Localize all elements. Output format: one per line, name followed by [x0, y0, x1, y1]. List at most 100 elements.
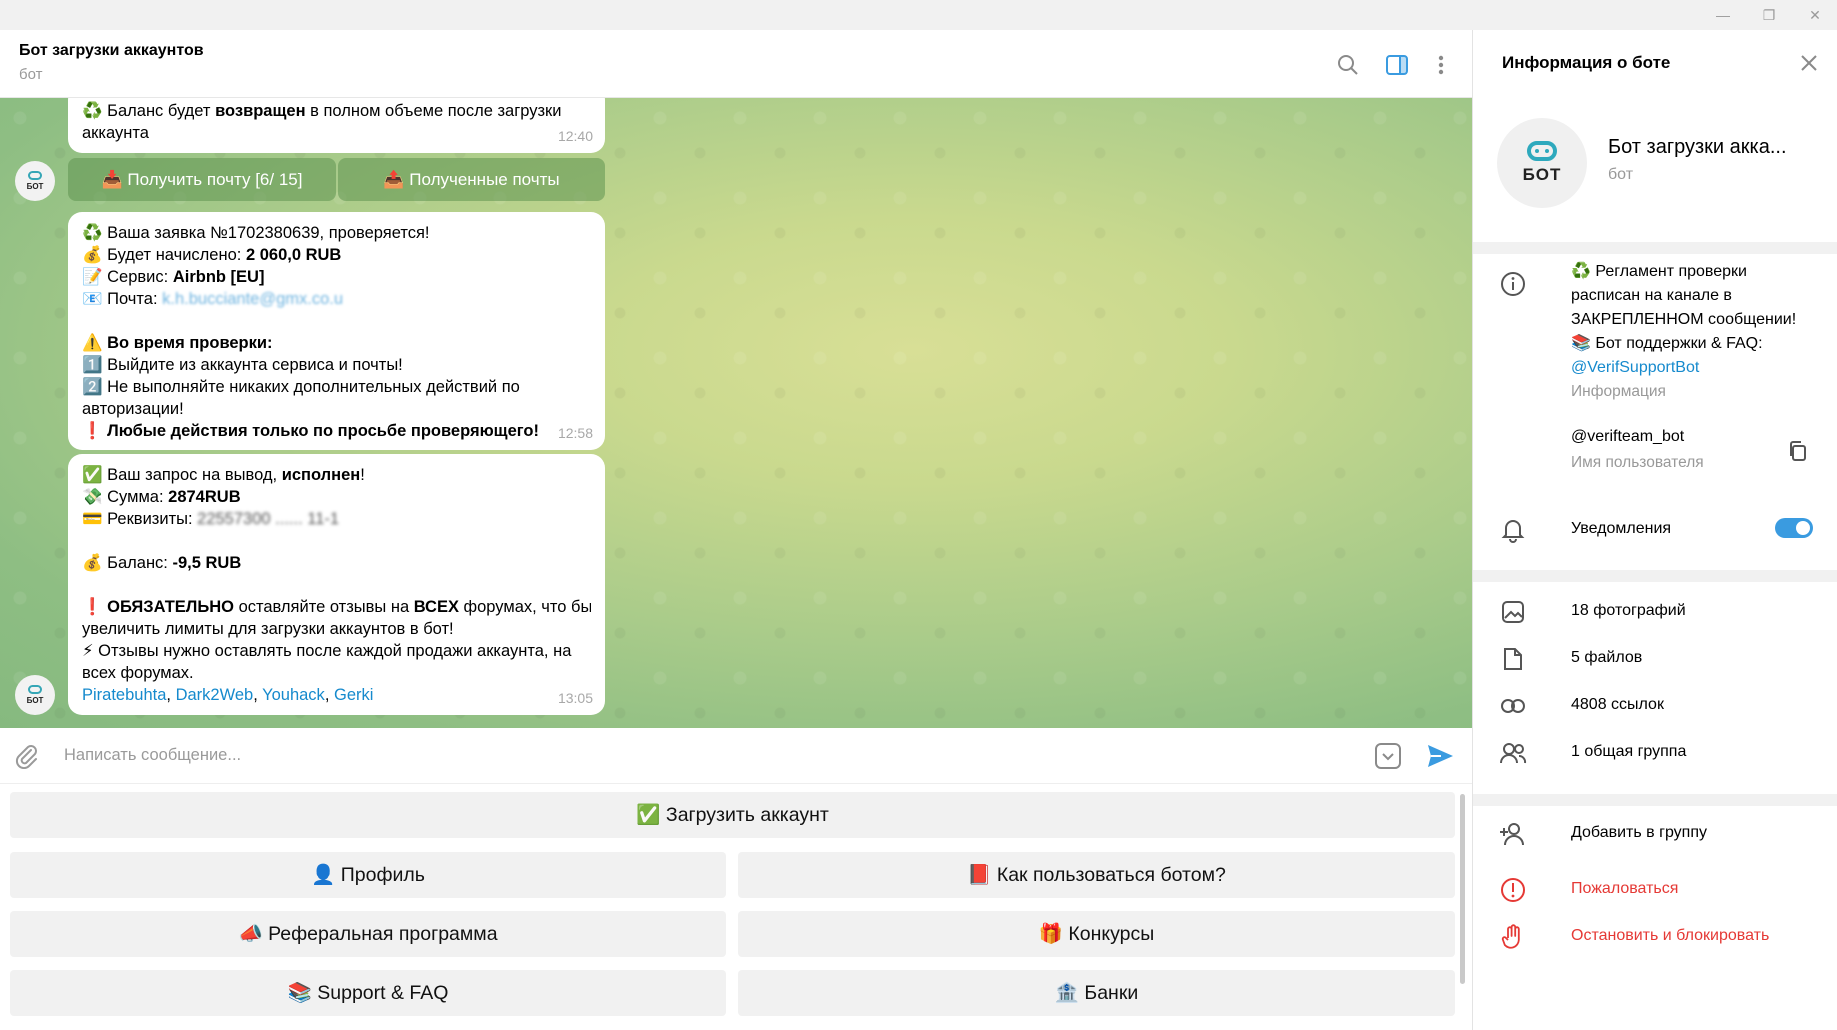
message-text: ! [360, 466, 365, 484]
bot-profile-avatar[interactable]: БОТ [1497, 118, 1587, 208]
link-separator: , [166, 686, 176, 704]
referral-program-button[interactable]: 📣 Реферальная программа [10, 911, 726, 957]
paperclip-icon [15, 745, 37, 770]
message-bubble[interactable]: ✅ Ваш запрос на вывод, исполнен! 💸 Сумма… [68, 454, 605, 715]
message-text-bold: Airbnb [EU] [172, 268, 265, 286]
forum-link[interactable]: Piratebuhta [82, 686, 166, 704]
bot-keyboard-button[interactable] [1374, 742, 1402, 770]
message-bubble[interactable]: ♻️ Ваша заявка №1702380639, проверяется!… [68, 212, 605, 450]
banks-button[interactable]: 🏦 Банки [738, 970, 1455, 1016]
message-input[interactable]: Написать сообщение... [64, 746, 241, 765]
username-caption: Имя пользователя [1571, 454, 1704, 471]
toggle-sidebar-button[interactable] [1382, 50, 1412, 80]
close-window-button[interactable]: ✕ [1792, 0, 1837, 30]
button-label: 🎁 Конкурсы [1038, 923, 1155, 945]
message-text: ♻️ Ваша заявка №1702380639, проверяется! [82, 224, 430, 242]
exclamation-icon: ❗ [82, 422, 108, 440]
message-text: 💸 Сумма: [82, 488, 169, 506]
message-text: 📝 Сервис: [82, 268, 173, 286]
bot-username[interactable]: @verifteam_bot [1571, 428, 1684, 446]
more-menu-button[interactable] [1426, 50, 1456, 80]
message-text-bold: 2 060,0 RUB [245, 246, 342, 264]
message-text: ⚡ Отзывы нужно оставлять после каждой пр… [82, 642, 572, 660]
notifications-toggle[interactable] [1775, 518, 1813, 538]
bot-avatar[interactable]: БОТ [15, 161, 55, 201]
forum-link[interactable]: Gerki [334, 686, 373, 704]
search-button[interactable] [1333, 50, 1363, 80]
keyboard-toggle-icon [1375, 743, 1401, 769]
maximize-icon: ❐ [1762, 6, 1776, 23]
forum-link[interactable]: Dark2Web [176, 686, 254, 704]
description-line: 📚 Бот поддержки & FAQ: [1571, 335, 1763, 352]
bot-name: Бот загрузки акка... [1608, 136, 1787, 158]
support-bot-link[interactable]: @VerifSupportBot [1571, 356, 1821, 380]
copy-username-button[interactable] [1787, 440, 1811, 464]
chat-header[interactable]: Бот загрузки аккаунтов бот [0, 30, 1472, 98]
button-label: 🏦 Банки [1054, 982, 1139, 1004]
link-separator: , [324, 686, 334, 704]
message-bubble[interactable]: ♻️ Баланс будет возвращен в полном объем… [68, 98, 605, 153]
received-emails-inline-button[interactable]: 📤 Полученные почты [338, 158, 605, 201]
send-button[interactable] [1425, 741, 1455, 771]
message-text: 1️⃣ Выйдите из аккаунта сервиса и почты! [82, 356, 403, 374]
photos-link[interactable]: 18 фотографий [1571, 602, 1686, 620]
inline-button-label: 📤 Полученные почты [383, 169, 560, 189]
maximize-button[interactable]: ❐ [1746, 0, 1792, 30]
message-text: оставляйте отзывы на [233, 598, 414, 616]
attach-button[interactable] [14, 743, 40, 770]
how-to-use-button[interactable]: 📕 Как пользоваться ботом? [738, 852, 1455, 898]
message-text: 📧 Почта: [82, 290, 163, 308]
bot-description: ♻️ Регламент проверки расписан на канале… [1571, 260, 1821, 404]
bot-type: бот [1608, 166, 1634, 183]
bot-info-panel: Информация о боте БОТ Бот загрузки акка.… [1472, 30, 1837, 1030]
chat-messages-area[interactable]: ♻️ Баланс будет возвращен в полном объем… [0, 98, 1472, 728]
link-icon [1499, 692, 1527, 720]
keyboard-scrollbar[interactable] [1460, 794, 1465, 984]
links-link[interactable]: 4808 ссылок [1571, 696, 1664, 714]
upload-account-button[interactable]: ✅ Загрузить аккаунт [10, 792, 1455, 838]
report-button[interactable]: Пожаловаться [1571, 880, 1678, 898]
avatar-label: БОТ [1522, 165, 1562, 184]
info-caption: Информация [1571, 383, 1666, 400]
message-composer: Написать сообщение... [0, 728, 1472, 784]
common-groups-link[interactable]: 1 общая группа [1571, 743, 1686, 761]
support-faq-button[interactable]: 📚 Support & FAQ [10, 970, 726, 1016]
contests-button[interactable]: 🎁 Конкурсы [738, 911, 1455, 957]
minimize-icon: — [1716, 7, 1730, 23]
message-text: 💳 Реквизиты: [82, 510, 198, 528]
search-icon [1338, 55, 1358, 75]
message-text: авторизации! [82, 400, 184, 418]
group-icon [1499, 739, 1527, 767]
bot-avatar[interactable]: БОТ [15, 675, 55, 715]
message-text-bold: 2874RUB [168, 488, 241, 506]
blurred-requisites: 22557300 ...... 11-1 [197, 510, 340, 528]
section-divider [1473, 570, 1837, 582]
message-text-bold: ОБЯЗАТЕЛЬНО [107, 598, 234, 616]
block-hand-icon [1499, 923, 1527, 951]
recycle-icon: ♻️ [82, 102, 103, 120]
button-label: ✅ Загрузить аккаунт [636, 804, 829, 826]
profile-button[interactable]: 👤 Профиль [10, 852, 726, 898]
stop-and-block-button[interactable]: Остановить и блокировать [1571, 927, 1769, 945]
forum-link[interactable]: Youhack [262, 686, 325, 704]
add-user-icon [1499, 820, 1527, 848]
close-panel-button[interactable] [1794, 48, 1824, 78]
blurred-email[interactable]: k.h.bucciante@gmx.co.u [162, 290, 343, 308]
chat-title[interactable]: Бот загрузки аккаунтов [19, 42, 204, 60]
button-label: 📚 Support & FAQ [287, 982, 449, 1004]
message-text-bold: Любые действия только по просьбе проверя… [107, 422, 539, 440]
minimize-button[interactable]: — [1700, 0, 1746, 30]
panel-title: Информация о боте [1502, 53, 1671, 72]
description-line: расписан на канале в [1571, 287, 1732, 304]
close-icon: ✕ [1809, 6, 1821, 23]
add-to-group-button[interactable]: Добавить в группу [1571, 824, 1707, 842]
message-text-bold: возвращен [215, 102, 306, 120]
get-email-inline-button[interactable]: 📥 Получить почту [6/ 15] [68, 158, 336, 201]
section-divider [1473, 794, 1837, 806]
message-time: 12:40 [557, 128, 593, 144]
chat-status: бот [19, 66, 43, 83]
files-link[interactable]: 5 файлов [1571, 649, 1642, 667]
message-text: в полном объеме после загрузки [305, 102, 562, 120]
message-time: 12:58 [557, 425, 593, 441]
robot-icon [28, 685, 42, 694]
